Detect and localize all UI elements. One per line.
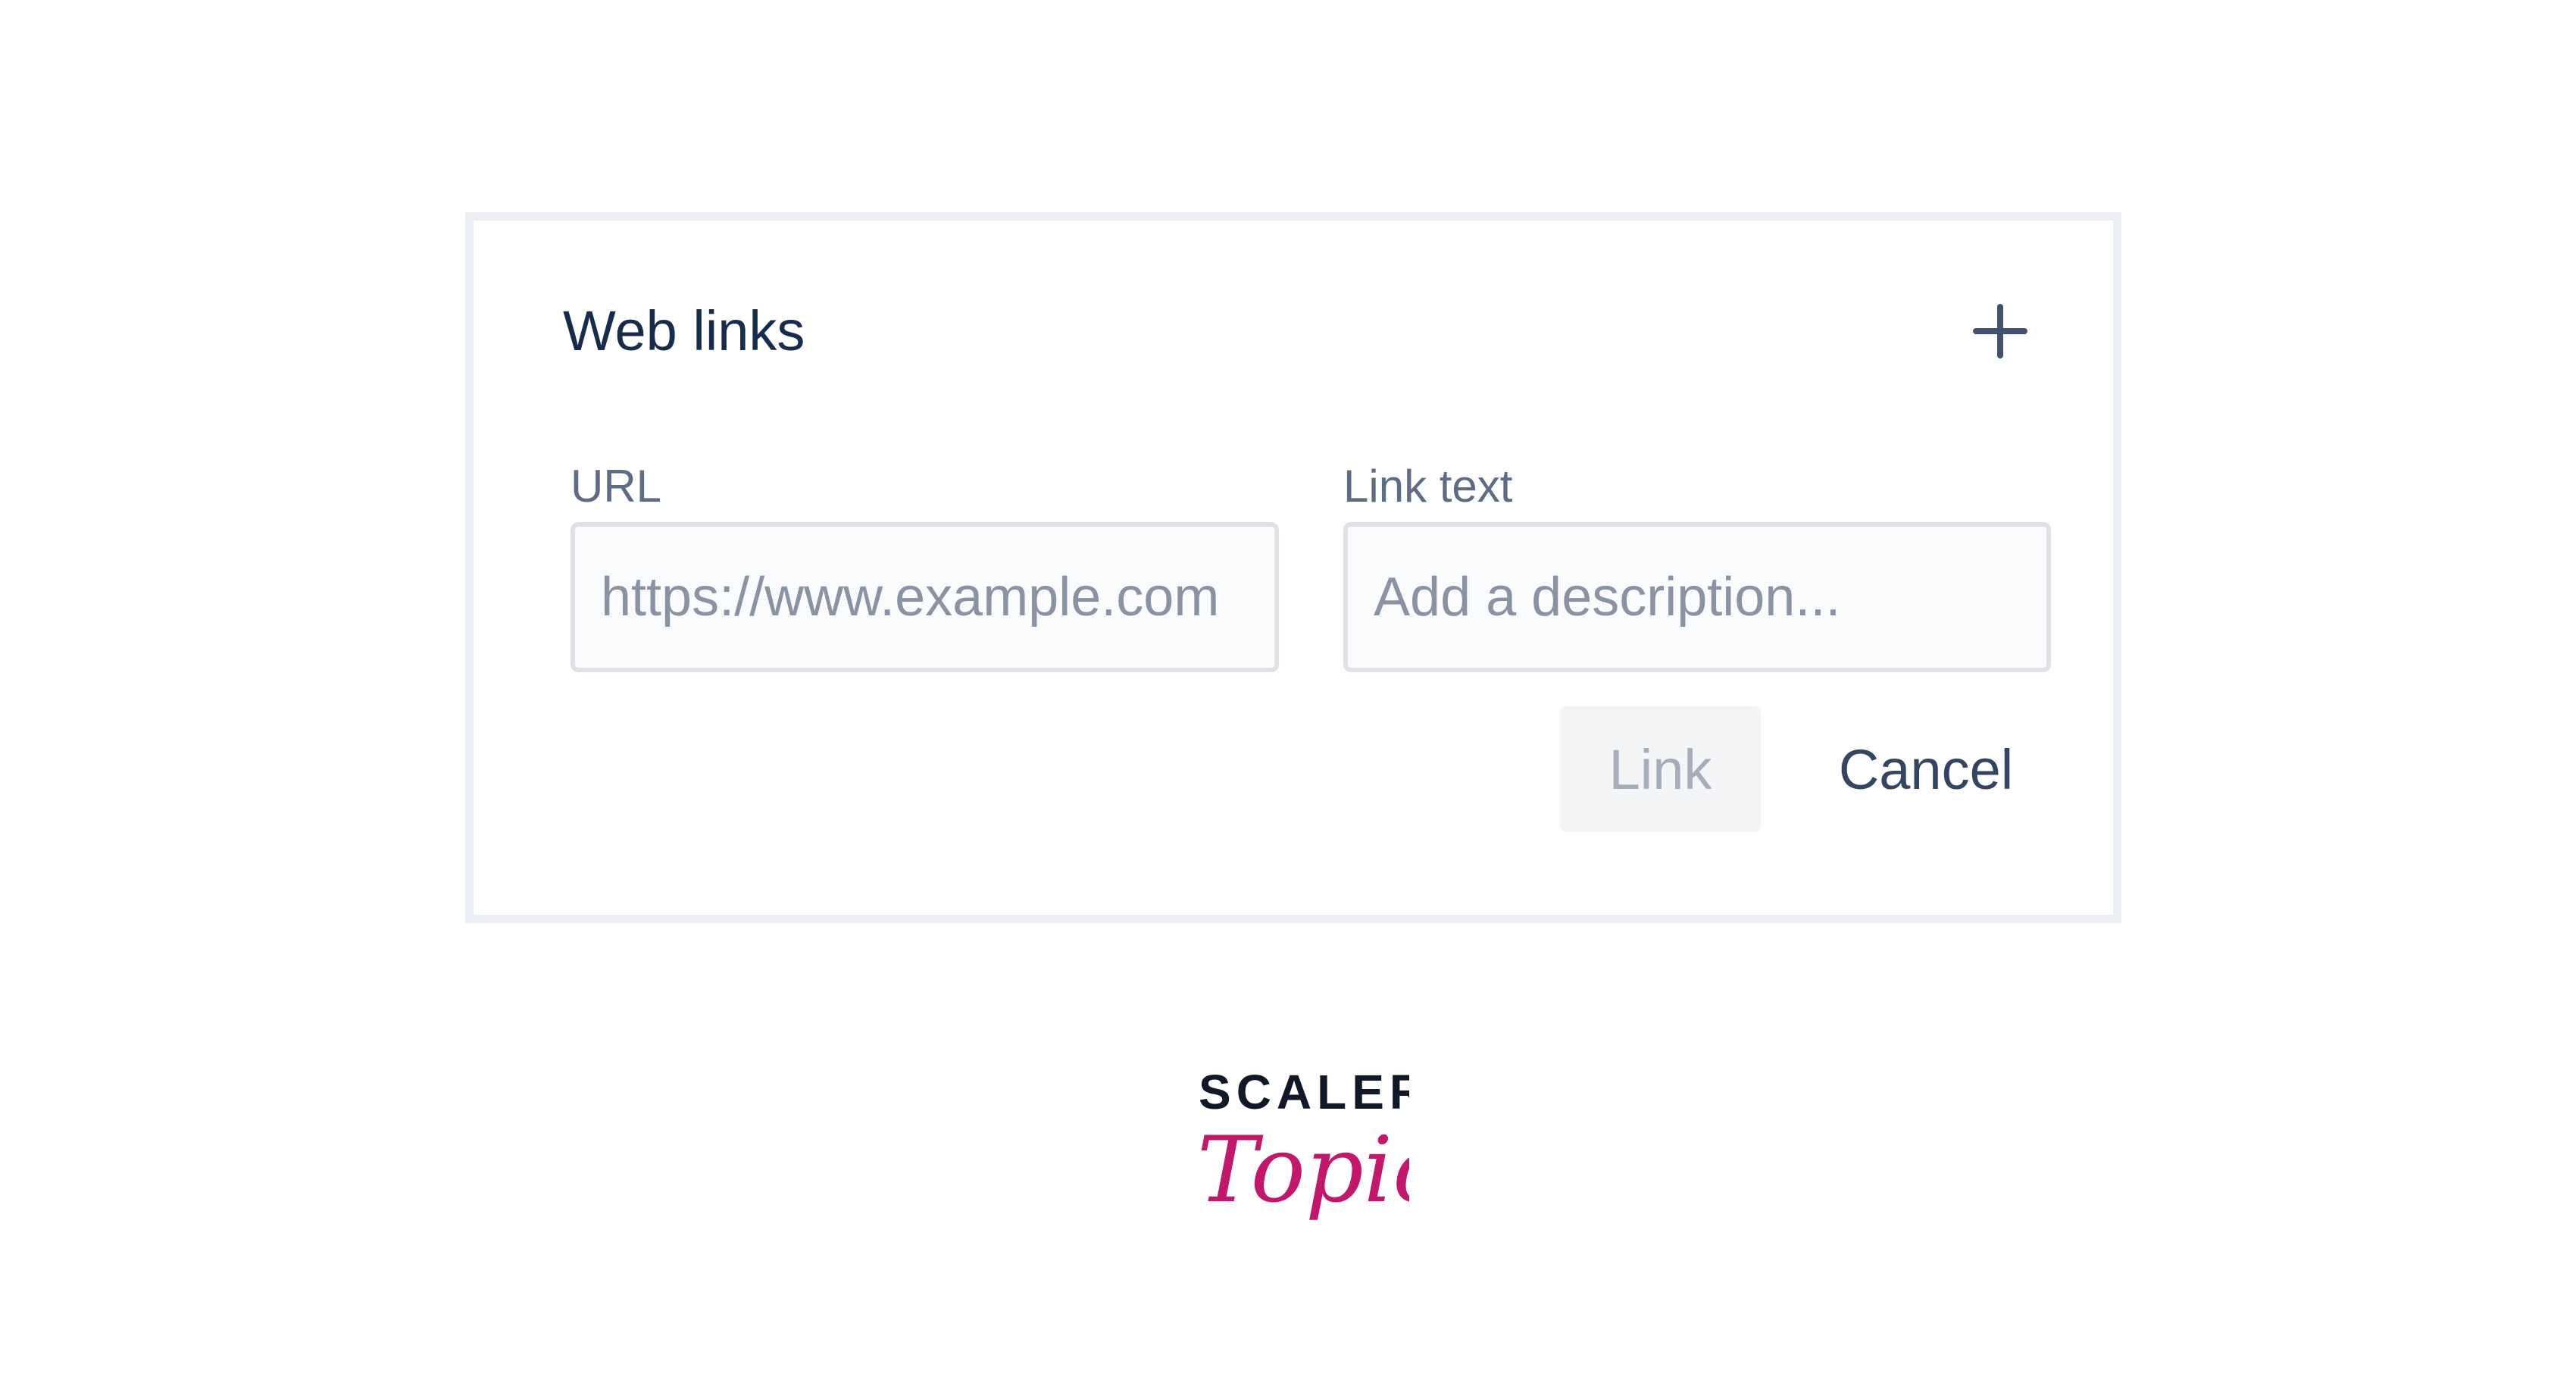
svg-text:Topics: Topics — [1197, 1118, 1409, 1223]
svg-text:SCALER: SCALER — [1199, 1065, 1409, 1119]
scaler-topics-logo: SCALER Topics — [1197, 1065, 1409, 1223]
plus-icon — [1973, 304, 2027, 358]
link-text-label: Link text — [1343, 461, 1513, 512]
cancel-button[interactable]: Cancel — [1812, 706, 2040, 832]
link-button[interactable]: Link — [1560, 706, 1761, 832]
url-input[interactable] — [571, 522, 1279, 672]
panel-title: Web links — [563, 299, 805, 362]
link-text-input[interactable] — [1343, 522, 2051, 672]
add-web-link-button[interactable] — [1962, 295, 2038, 371]
url-label: URL — [571, 461, 662, 512]
